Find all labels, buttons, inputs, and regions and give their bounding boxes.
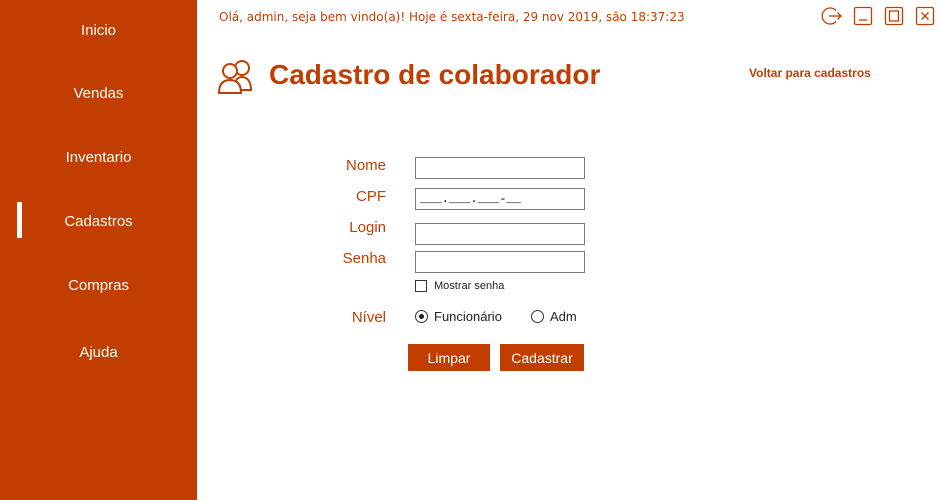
sidebar-item-label: Compras bbox=[68, 276, 129, 294]
sidebar-item-inventario[interactable]: Inventario bbox=[0, 137, 197, 177]
sidebar-item-ajuda[interactable]: Ajuda bbox=[0, 332, 197, 372]
sidebar-item-vendas[interactable]: Vendas bbox=[0, 73, 197, 113]
nome-field[interactable] bbox=[415, 157, 585, 179]
sidebar: Inicio Vendas Inventario Cadastros Compr… bbox=[0, 0, 197, 500]
sidebar-item-label: Vendas bbox=[73, 84, 124, 102]
minimize-icon bbox=[853, 6, 873, 26]
nome-label: Nome bbox=[345, 157, 386, 174]
users-icon bbox=[216, 58, 258, 96]
sidebar-item-label: Ajuda bbox=[79, 343, 118, 361]
greeting-text: Olá, admin, seja bem vindo(a)! Hoje é se… bbox=[219, 10, 685, 24]
clear-button[interactable]: Limpar bbox=[408, 344, 490, 371]
radio-adm[interactable]: Adm bbox=[531, 309, 577, 324]
checkbox-box[interactable] bbox=[415, 280, 427, 292]
show-password-checkbox[interactable]: Mostrar senha bbox=[415, 280, 504, 292]
cpf-label: CPF bbox=[356, 188, 386, 205]
show-password-label: Mostrar senha bbox=[434, 280, 505, 292]
logout-icon bbox=[821, 5, 843, 27]
submit-button[interactable]: Cadastrar bbox=[500, 344, 584, 371]
cpf-field[interactable] bbox=[415, 188, 585, 210]
logout-button[interactable] bbox=[821, 5, 843, 27]
page-title: Cadastro de colaborador bbox=[269, 59, 601, 90]
login-label: Login bbox=[349, 219, 386, 236]
maximize-button[interactable] bbox=[884, 6, 904, 26]
senha-label: Senha bbox=[342, 250, 386, 267]
sidebar-item-compras[interactable]: Compras bbox=[0, 265, 197, 305]
sidebar-item-cadastros[interactable]: Cadastros bbox=[0, 201, 197, 241]
radio-adm-circle[interactable] bbox=[531, 310, 544, 323]
senha-field[interactable] bbox=[415, 251, 585, 273]
radio-funcionario-circle[interactable] bbox=[415, 310, 428, 323]
minimize-button[interactable] bbox=[853, 6, 873, 26]
sidebar-item-label: Inventario bbox=[65, 148, 132, 166]
sidebar-item-label: Cadastros bbox=[64, 212, 133, 230]
sidebar-item-label: Inicio bbox=[80, 21, 117, 39]
radio-adm-label: Adm bbox=[550, 309, 577, 324]
radio-funcionario-label: Funcionário bbox=[434, 309, 502, 324]
close-button[interactable] bbox=[915, 6, 935, 26]
maximize-icon bbox=[884, 6, 904, 26]
nivel-label: Nível bbox=[351, 309, 386, 326]
back-to-cadastros-link[interactable]: Voltar para cadastros bbox=[749, 66, 871, 80]
radio-funcionario[interactable]: Funcionário bbox=[415, 309, 502, 324]
close-icon bbox=[915, 6, 935, 26]
sidebar-item-inicio[interactable]: Inicio bbox=[0, 10, 197, 50]
login-field[interactable] bbox=[415, 223, 585, 245]
